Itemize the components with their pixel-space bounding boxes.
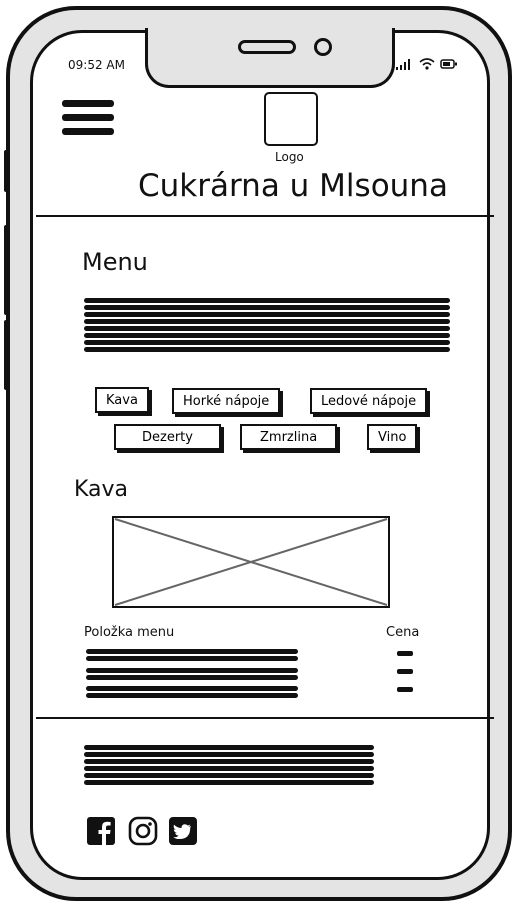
footer-text-placeholder	[84, 745, 374, 787]
logo-placeholder	[264, 92, 318, 146]
signal-icon	[396, 59, 410, 70]
menu-section-title: Menu	[82, 248, 148, 276]
phone-notch	[145, 28, 395, 88]
category-ledove-napoje-button[interactable]: Ledové nápoje	[310, 388, 428, 414]
phone-side-button	[4, 150, 10, 192]
category-horke-napoje-button[interactable]: Horké nápoje	[172, 388, 281, 414]
wifi-icon	[418, 58, 435, 70]
status-icons	[395, 57, 458, 70]
image-placeholder	[112, 516, 390, 608]
menu-item-price	[397, 669, 413, 674]
speaker-icon	[238, 40, 296, 54]
logo-label: Logo	[275, 150, 304, 164]
menu-description-placeholder	[84, 298, 450, 354]
battery-icon	[440, 59, 457, 69]
menu-item-row	[86, 668, 298, 682]
phone-side-button	[4, 225, 10, 315]
menu-item-price	[397, 687, 413, 692]
category-zmrzlina-button[interactable]: Zmrzlina	[240, 424, 338, 450]
phone-side-button	[4, 320, 10, 390]
column-price-header: Cena	[386, 625, 420, 640]
kava-section-title: Kava	[74, 477, 129, 502]
camera-icon	[314, 38, 332, 56]
hamburger-menu-icon[interactable]	[62, 100, 114, 142]
menu-item-row	[86, 686, 298, 700]
category-dezerty-button[interactable]: Dezerty	[114, 424, 221, 450]
category-vino-button[interactable]: Vino	[367, 424, 418, 450]
twitter-icon[interactable]	[168, 816, 198, 846]
facebook-icon[interactable]	[86, 816, 116, 846]
column-item-header: Položka menu	[84, 625, 175, 640]
app-title: Cukrárna u Mlsouna	[138, 168, 448, 204]
category-kava-button[interactable]: Kava	[95, 387, 149, 413]
instagram-icon[interactable]	[128, 816, 158, 846]
menu-item-row	[86, 649, 298, 663]
menu-item-price	[397, 651, 413, 656]
footer-divider	[36, 717, 494, 719]
status-time: 09:52 AM	[68, 58, 125, 72]
header-divider	[36, 215, 494, 217]
